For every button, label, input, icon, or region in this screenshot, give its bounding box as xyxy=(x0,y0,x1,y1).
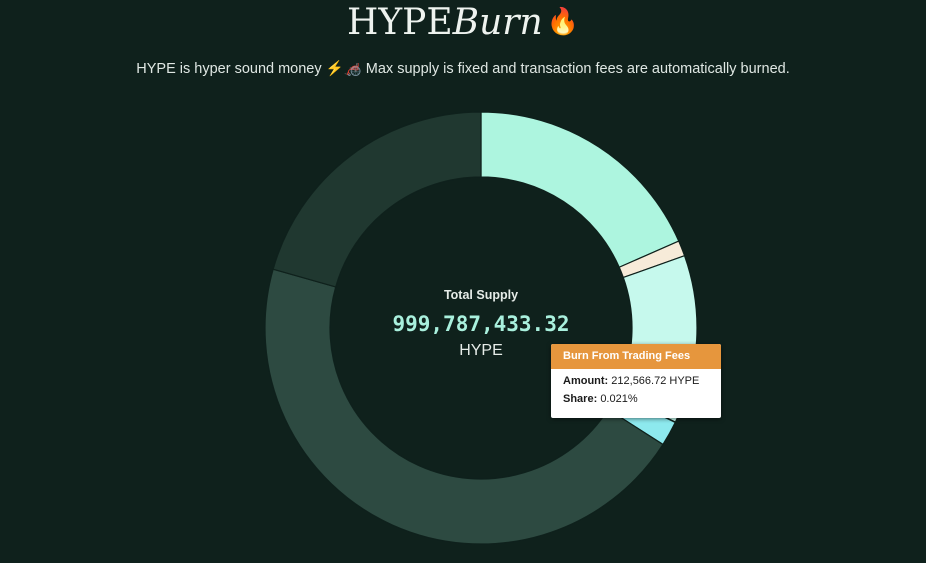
total-supply-value: 999,787,433.32 xyxy=(392,312,570,336)
donut-slice-1[interactable] xyxy=(480,111,680,269)
tooltip-share-row: Share: 0.021% xyxy=(551,393,721,405)
tooltip-share-label: Share: xyxy=(563,393,598,405)
total-supply-label: Total Supply xyxy=(443,288,519,302)
tooltip-amount-value: 212,566.72 HYPE xyxy=(611,375,700,387)
donut-slice-7[interactable] xyxy=(272,111,482,288)
chart-tooltip: Burn From Trading Fees Amount: 212,566.7… xyxy=(551,344,721,418)
page: HYPEBurn 🔥 HYPE is hyper sound money ⚡🦽 M… xyxy=(0,0,926,563)
tooltip-share-value: 0.021% xyxy=(600,393,638,405)
tooltip-title: Burn From Trading Fees xyxy=(551,344,721,369)
tooltip-amount-row: Amount: 212,566.72 HYPE xyxy=(551,375,721,387)
tooltip-amount-label: Amount: xyxy=(563,375,609,387)
supply-donut-chart xyxy=(264,111,698,545)
